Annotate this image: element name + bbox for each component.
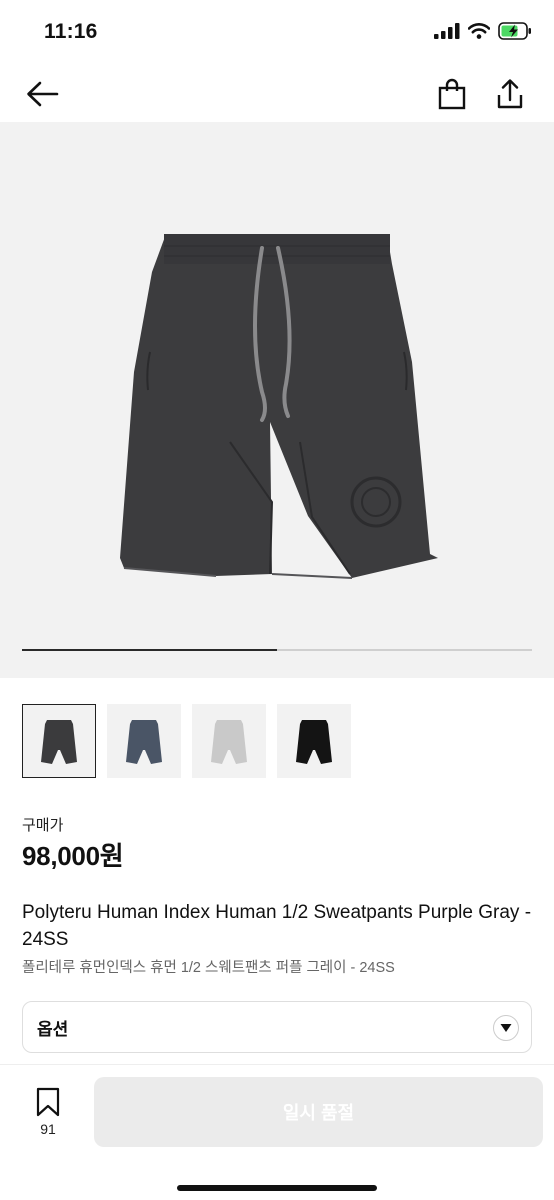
thumbnail-shorts-shape [41,720,77,764]
thumbnail-shorts-image [126,720,162,764]
product-title-english: Polyteru Human Index Human 1/2 Sweatpant… [22,902,532,950]
shopping-bag-icon [438,78,466,110]
home-indicator [177,1185,377,1191]
status-bar: 11:16 [0,0,554,66]
bookmark-icon [36,1087,60,1117]
thumbnail-shorts-shape [296,720,332,764]
share-button[interactable] [492,76,528,112]
shopping-bag-button[interactable] [434,76,470,112]
product-image [120,234,438,579]
wifi-icon [468,23,490,39]
thumbnail-shorts-shape [211,720,247,764]
status-time: 11:16 [44,20,98,43]
shorts-illustration [120,234,438,579]
thumbnail-shorts-image [41,720,77,764]
thumbnail-4[interactable] [277,704,351,778]
thumbnail-3[interactable] [192,704,266,778]
top-navigation [0,66,554,122]
thumbnail-shorts-image [211,720,247,764]
thumbnail-list [22,704,351,778]
wishlist-button[interactable]: 91 [30,1087,66,1137]
chevron-down-icon [500,1024,512,1032]
back-button[interactable] [24,76,60,112]
sold-out-button[interactable]: 일시 품절 [94,1077,543,1147]
thumbnail-2[interactable] [107,704,181,778]
wishlist-count: 91 [40,1121,56,1137]
cellular-signal-icon [434,23,460,39]
share-icon [497,79,523,109]
option-label: 옵션 [37,1019,69,1039]
option-dropdown-button[interactable] [493,1015,519,1041]
battery-charging-icon [498,22,531,40]
price-label: 구매가 [22,817,64,834]
bottom-action-bar: 91 일시 품절 [0,1064,554,1200]
price-value: 98,000원 [22,841,124,871]
back-arrow-icon [27,81,59,107]
thumbnail-1[interactable] [22,704,96,778]
product-image-carousel[interactable] [0,122,554,678]
thumbnail-shorts-shape [126,720,162,764]
product-title-korean: 폴리테루 휴먼인덱스 휴먼 1/2 스웨트팬츠 퍼플 그레이 - 24SS [22,960,395,976]
carousel-progress-fill [22,649,277,651]
carousel-progress-track [22,649,532,651]
status-icons [434,22,532,40]
option-select[interactable]: 옵션 [22,1001,532,1053]
thumbnail-shorts-image [296,720,332,764]
